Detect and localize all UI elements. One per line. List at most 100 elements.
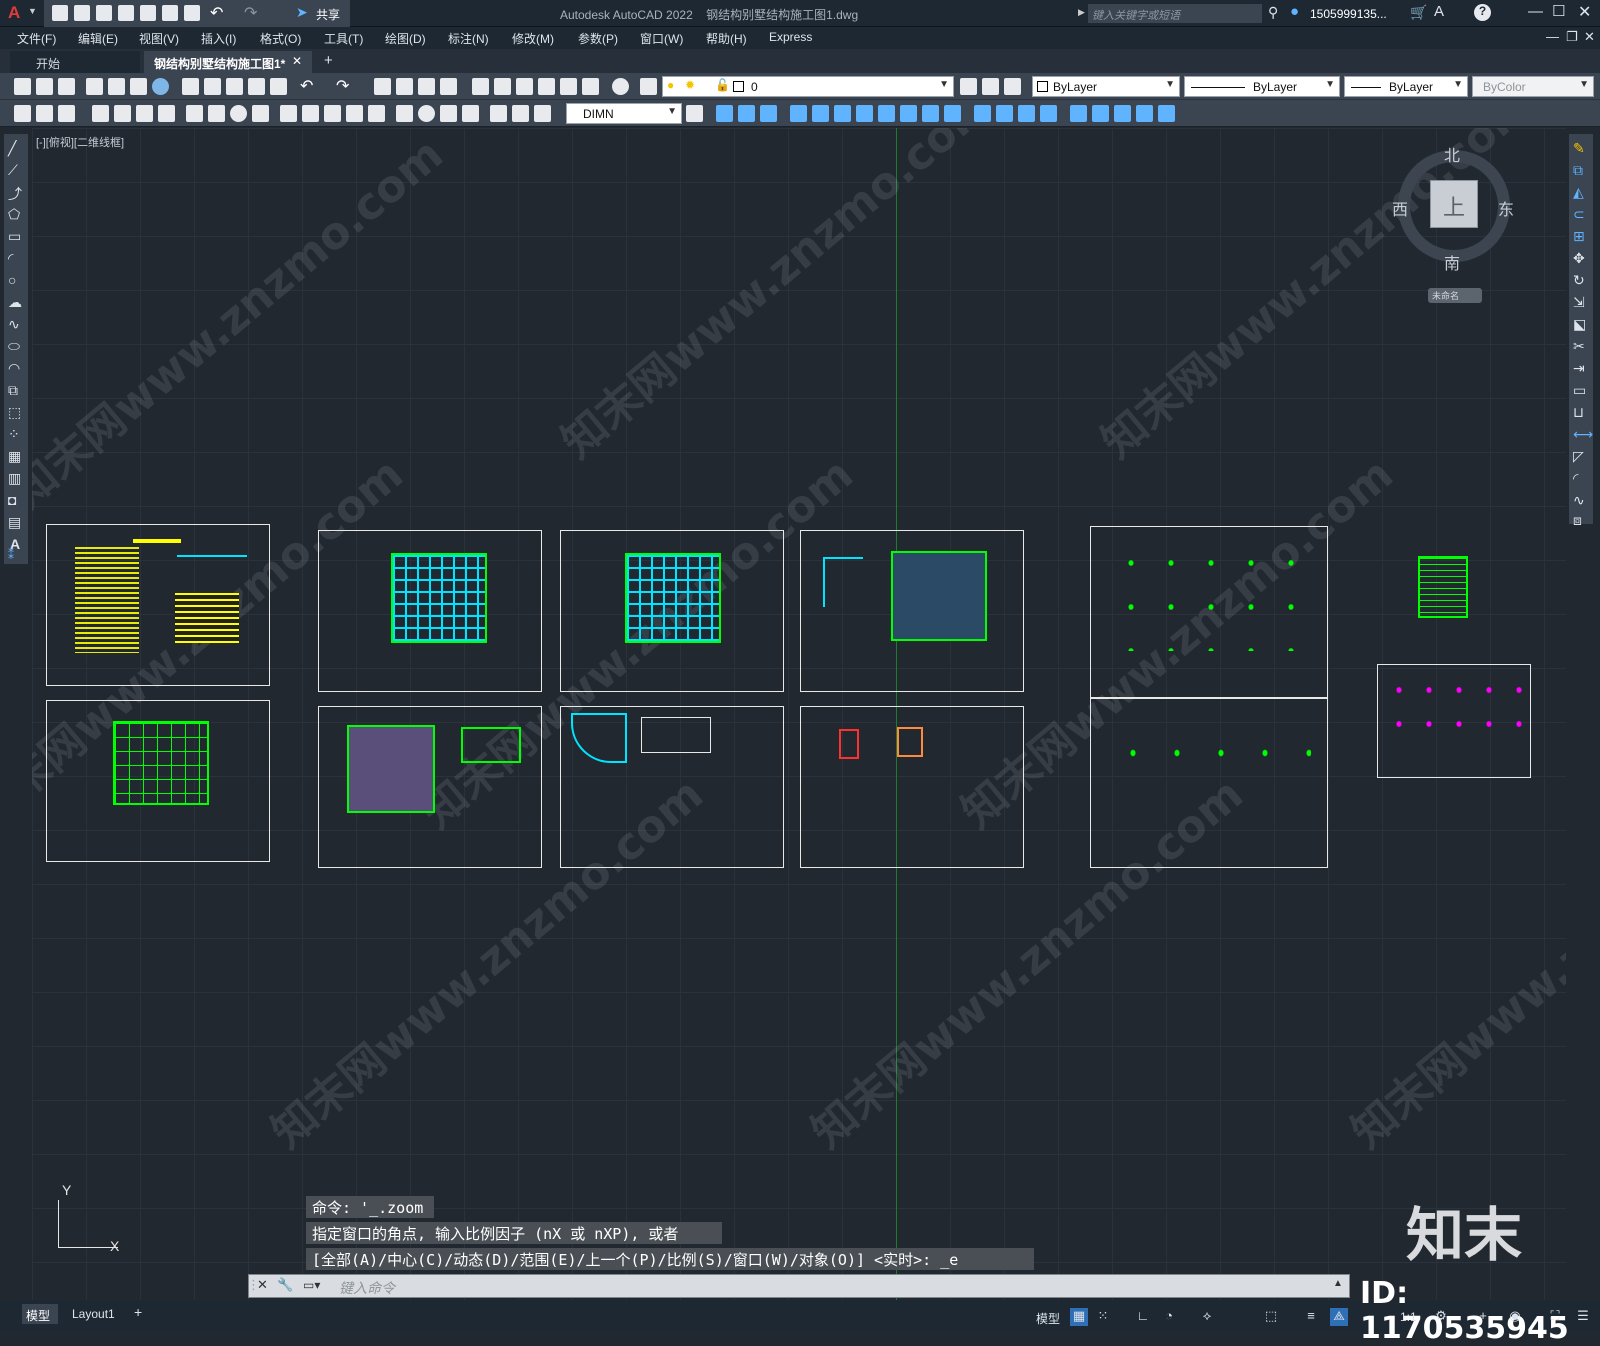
- plot-icon[interactable]: [184, 5, 200, 21]
- search-input[interactable]: 键入关键字或短语: [1088, 4, 1262, 23]
- tool-palettes-icon[interactable]: [516, 78, 533, 95]
- lineweight-dropdown[interactable]: ByLayer ▼: [1344, 76, 1468, 97]
- trim-icon[interactable]: ✂: [1573, 338, 1585, 355]
- new-tab-icon[interactable]: +: [324, 52, 333, 69]
- break-icon[interactable]: ⊔: [1573, 404, 1584, 421]
- layer-off-icon[interactable]: [58, 105, 75, 122]
- preview-icon[interactable]: [108, 78, 125, 95]
- help-icon[interactable]: ?: [1474, 4, 1491, 21]
- jogged-linear-icon[interactable]: [462, 105, 479, 122]
- arc-length-icon[interactable]: [136, 105, 153, 122]
- modify-rotate-icon[interactable]: [856, 105, 873, 122]
- app-logo-icon[interactable]: A: [8, 3, 20, 23]
- annotation-scale[interactable]: 1:1: [1400, 1310, 1417, 1324]
- modify-blend-icon[interactable]: [1092, 105, 1109, 122]
- rotate-icon[interactable]: ↻: [1573, 272, 1585, 289]
- doc-minimize-icon[interactable]: —: [1546, 29, 1559, 44]
- osnap-icon[interactable]: ⬚: [1262, 1308, 1280, 1326]
- user-name[interactable]: 1505999135...: [1310, 7, 1387, 21]
- drawing-sheet[interactable]: [1377, 664, 1531, 778]
- viewcube-north[interactable]: 北: [1444, 142, 1460, 166]
- maximize-icon[interactable]: ☐: [1552, 2, 1565, 20]
- close-icon[interactable]: ✕: [1578, 2, 1591, 22]
- viewcube-west[interactable]: 西: [1392, 196, 1408, 220]
- pan-icon[interactable]: [374, 78, 391, 95]
- dimstyle-dropdown[interactable]: DIMN ▼: [566, 103, 682, 124]
- save-icon[interactable]: [96, 5, 112, 21]
- color-dropdown[interactable]: ByLayer ▼: [1032, 76, 1180, 97]
- blend-icon[interactable]: ∿: [1573, 492, 1585, 509]
- publish-icon[interactable]: [130, 78, 147, 95]
- modify-stretch-icon[interactable]: [900, 105, 917, 122]
- new-file-icon[interactable]: [52, 5, 68, 21]
- modify-offset-icon[interactable]: [790, 105, 807, 122]
- explode-icon[interactable]: ⧈: [1573, 512, 1582, 529]
- dim-style-icon[interactable]: [686, 105, 703, 122]
- continue-dim-icon[interactable]: [324, 105, 341, 122]
- join-icon[interactable]: ⟷: [1573, 426, 1593, 443]
- customize-icon[interactable]: 🔧: [277, 1277, 293, 1293]
- add-selected-icon[interactable]: ⁑: [8, 548, 14, 562]
- line-icon[interactable]: ╱: [8, 140, 16, 157]
- dim-edit-icon[interactable]: [490, 105, 507, 122]
- snap-icon[interactable]: ⁙: [1094, 1308, 1112, 1326]
- drawing-sheet[interactable]: [318, 530, 542, 692]
- zoom-realtime-icon[interactable]: [396, 78, 413, 95]
- radius-dim-icon[interactable]: [186, 105, 203, 122]
- modify-trim-icon[interactable]: [922, 105, 939, 122]
- menu-item-draw[interactable]: 绘图(D): [385, 30, 426, 47]
- undo-toolbar-icon[interactable]: ↶: [300, 76, 313, 96]
- share-icon[interactable]: ➤: [296, 4, 308, 21]
- command-prompt-icon[interactable]: ▭▾: [303, 1278, 320, 1292]
- circle-icon[interactable]: ○: [8, 272, 16, 288]
- drawing-sheet[interactable]: [46, 700, 270, 862]
- annotation-visibility-icon[interactable]: ⟁: [1330, 1308, 1348, 1326]
- drawing-sheet[interactable]: [800, 530, 1024, 692]
- construction-line-icon[interactable]: ⟋: [8, 162, 18, 179]
- polygon-icon[interactable]: ⬠: [8, 206, 20, 223]
- region-icon[interactable]: ◘: [8, 492, 16, 508]
- menu-item-express[interactable]: Express: [769, 30, 812, 44]
- menu-item-dimension[interactable]: 标注(N): [448, 30, 489, 47]
- command-input[interactable]: 键入命令: [339, 1278, 1239, 1296]
- layer-state-icon[interactable]: [1004, 78, 1021, 95]
- baseline-dim-icon[interactable]: [302, 105, 319, 122]
- make-block-icon[interactable]: ⬚: [8, 404, 21, 421]
- extend-icon[interactable]: ⇥: [1573, 360, 1585, 377]
- calculator-icon[interactable]: [582, 78, 599, 95]
- drawing-sheet[interactable]: [318, 706, 542, 868]
- viewcube-top-face[interactable]: 上: [1430, 180, 1478, 228]
- drawing-sheet[interactable]: [1090, 526, 1328, 698]
- isodraft-icon[interactable]: ⟡: [1198, 1308, 1216, 1326]
- modify-copy-icon[interactable]: [738, 105, 755, 122]
- tolerance-icon[interactable]: [396, 105, 413, 122]
- drawing-sheet[interactable]: [560, 706, 784, 868]
- modify-array-icon[interactable]: [812, 105, 829, 122]
- dim-update-icon[interactable]: [534, 105, 551, 122]
- tab-model[interactable]: 模型: [22, 1304, 58, 1324]
- open-icon[interactable]: [36, 78, 53, 95]
- menu-item-edit[interactable]: 编辑(E): [78, 30, 118, 47]
- array-icon[interactable]: ⊞: [1573, 228, 1585, 245]
- rectangle-icon[interactable]: ▭: [8, 228, 21, 245]
- dim-space-icon[interactable]: [346, 105, 363, 122]
- modify-chamfer-icon[interactable]: [1018, 105, 1035, 122]
- hatch-icon[interactable]: ▦: [8, 448, 21, 465]
- modify-explode-icon[interactable]: [1070, 105, 1087, 122]
- viewcube-south[interactable]: 南: [1444, 250, 1460, 274]
- gear-icon[interactable]: ⚙: [1432, 1308, 1450, 1326]
- doc-close-icon[interactable]: ✕: [1584, 29, 1595, 45]
- layer-isolate-icon[interactable]: [36, 105, 53, 122]
- dim-break-icon[interactable]: [368, 105, 385, 122]
- jogged-dim-icon[interactable]: [208, 105, 225, 122]
- aligned-dim-icon[interactable]: [114, 105, 131, 122]
- quick-dim-icon[interactable]: [280, 105, 297, 122]
- save-toolbar-icon[interactable]: [58, 78, 75, 95]
- autodesk-app-icon[interactable]: A: [1434, 3, 1444, 20]
- menu-item-window[interactable]: 窗口(W): [640, 30, 683, 47]
- scale-icon[interactable]: ⇲: [1573, 294, 1585, 311]
- layer-match-icon[interactable]: [14, 105, 31, 122]
- zoom-window-icon[interactable]: [418, 78, 435, 95]
- command-recent-icon[interactable]: ▲: [1333, 1278, 1343, 1289]
- redo-toolbar-icon[interactable]: ↷: [336, 76, 349, 96]
